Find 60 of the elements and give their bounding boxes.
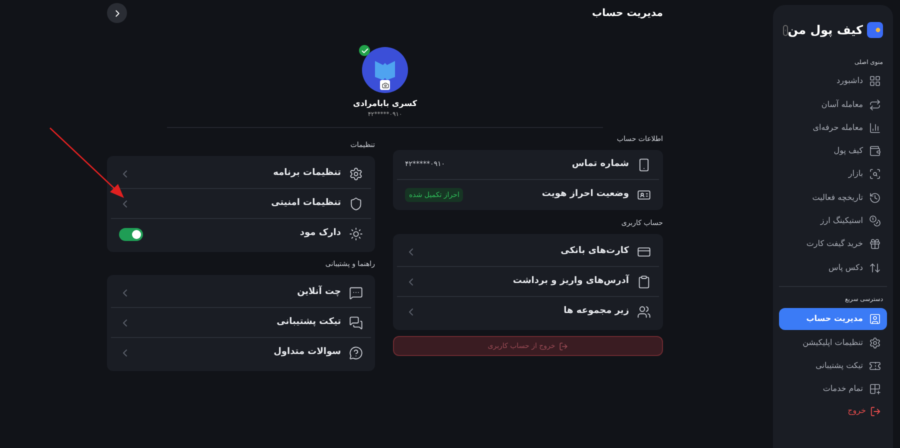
ticket-icon (869, 360, 881, 372)
grid-icon (869, 383, 881, 396)
logout-icon (870, 406, 881, 417)
logo-text: کیف پول من (788, 22, 863, 39)
menu-item[interactable]: کیف پول (779, 140, 887, 162)
grid-icon (869, 75, 881, 88)
messages-icon (349, 316, 363, 330)
history-icon (869, 192, 881, 204)
row-label: زیر مجموعه ها (564, 305, 629, 318)
row-label: تیکت پشتیبانی (276, 316, 341, 329)
arrows-icon (869, 262, 881, 274)
row-label: چت آنلاین (297, 286, 341, 299)
gift-icon (869, 238, 881, 250)
row-label: آدرس‌های واریز و برداشت (512, 274, 629, 288)
row-label: تنظیمات برنامه (273, 166, 341, 180)
row-label: تنظیمات امنیتی (271, 196, 341, 210)
row-label: سوالات متداول (274, 346, 341, 360)
dark-mode-toggle[interactable] (119, 228, 143, 240)
row-label: وضعیت احراز هویت (542, 188, 629, 202)
menu-item[interactable]: تنظیمات اپلیکیشن (779, 332, 887, 354)
menu-item[interactable]: بازار (779, 163, 887, 186)
coin-icon (869, 215, 881, 228)
settings-icon (349, 166, 363, 180)
id-card-icon (637, 188, 651, 202)
menu-item[interactable]: تاریخچه فعالیت (779, 186, 887, 209)
user-card-icon (869, 313, 881, 326)
logo-icon (867, 22, 883, 38)
shield-icon (349, 196, 363, 210)
camera-button[interactable] (380, 80, 390, 90)
menu-item[interactable]: دکس پاس (779, 256, 887, 279)
row-label: کارت‌های بانکی (560, 244, 629, 258)
menu-item[interactable]: معامله حرفه‌ای (779, 116, 887, 139)
sun-icon (349, 227, 363, 241)
menu-item[interactable]: داشبورد (779, 70, 887, 92)
chat-icon (349, 286, 363, 300)
page-title: مدیریت حساب (592, 6, 663, 20)
settings-icon (869, 336, 881, 349)
avatar (362, 47, 408, 93)
exchange-icon (869, 98, 881, 111)
row-label: شماره تماس (572, 158, 629, 171)
menu-item[interactable]: مدیریت حساب (779, 308, 887, 330)
menu-item[interactable]: معامله آسان (779, 94, 887, 116)
row-label: دارک مود (300, 227, 341, 240)
profile-name: کسری بابامرادی (353, 98, 418, 110)
logout-link[interactable]: خروج (779, 401, 887, 422)
logout-icon (559, 342, 568, 350)
chart-icon (869, 122, 881, 134)
menu-item[interactable]: استیکینگ ارز (779, 210, 887, 232)
search-icon (869, 168, 881, 180)
clipboard-icon (637, 274, 651, 288)
menu-item[interactable]: تیکت پشتیبانی (779, 354, 887, 377)
question-icon (349, 346, 363, 360)
collapse-button[interactable] (783, 24, 788, 36)
menu-item[interactable]: خرید گیفت کارت (779, 233, 887, 256)
wallet-icon (869, 145, 881, 158)
users-icon (637, 305, 651, 319)
phone-icon (637, 158, 651, 172)
card-icon (637, 244, 651, 258)
menu-item[interactable]: تمام خدمات (779, 378, 887, 400)
back-button[interactable] (107, 3, 127, 23)
